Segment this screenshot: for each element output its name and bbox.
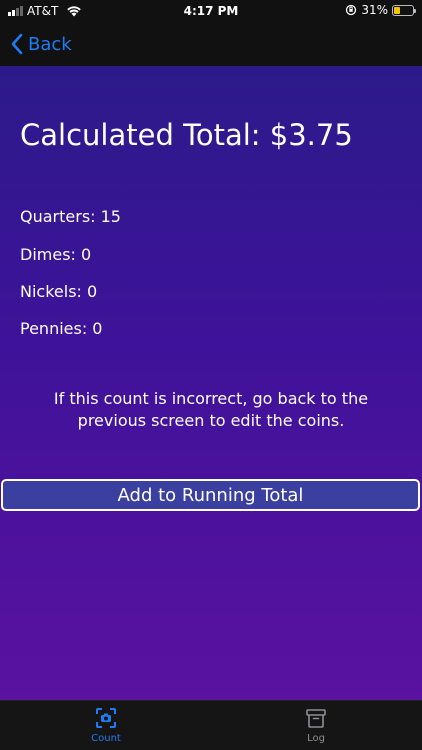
- pennies-count: Pennies: 0: [20, 319, 103, 338]
- camera-scan-icon: [96, 708, 116, 728]
- nickels-count: Nickels: 0: [20, 282, 98, 301]
- edit-instructions: If this count is incorrect, go back to t…: [53, 389, 369, 430]
- back-button[interactable]: Back: [10, 30, 72, 58]
- archive-box-icon: [306, 709, 326, 728]
- status-bar: AT&T 4:17 PM 31%: [0, 0, 422, 22]
- battery-icon: [392, 4, 416, 16]
- back-label: Back: [28, 33, 72, 55]
- add-to-running-total-button[interactable]: Add to Running Total: [1, 479, 420, 511]
- chevron-left-icon: [11, 33, 23, 55]
- orientation-lock-icon: [346, 4, 357, 16]
- dimes-count: Dimes: 0: [20, 245, 92, 264]
- tab-log[interactable]: Log: [276, 707, 356, 744]
- app-screen: AT&T 4:17 PM 31% Back Calculated Total: …: [0, 0, 422, 750]
- battery-percent: 31%: [361, 3, 388, 17]
- battery-fill: [394, 6, 400, 14]
- status-right: 31%: [345, 3, 416, 17]
- navigation-bar: Back: [0, 22, 422, 66]
- calculated-total-title: Calculated Total: $3.75: [20, 118, 353, 152]
- tab-count-label: Count: [91, 733, 121, 744]
- tab-bar: Count Log: [0, 700, 422, 750]
- tab-count[interactable]: Count: [66, 707, 146, 744]
- tab-log-label: Log: [307, 733, 325, 744]
- quarters-count: Quarters: 15: [20, 207, 121, 226]
- results-panel: Calculated Total: $3.75 Quarters: 15 Dim…: [0, 66, 422, 700]
